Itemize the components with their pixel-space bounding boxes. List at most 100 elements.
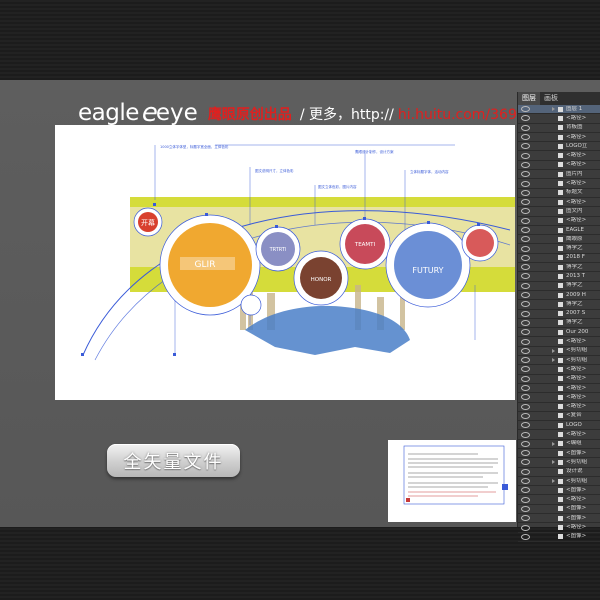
visibility-eye-icon[interactable] (521, 310, 530, 317)
visibility-eye-icon[interactable] (521, 227, 530, 233)
visibility-eye-icon[interactable] (521, 375, 530, 382)
visibility-eye-icon[interactable] (521, 533, 530, 540)
layer-row[interactable]: <路径> (518, 495, 600, 505)
layer-row[interactable]: <图像> (518, 449, 600, 459)
layer-row[interactable]: 设计说 (518, 468, 600, 477)
expand-chevron-icon[interactable] (552, 358, 555, 363)
visibility-eye-icon[interactable] (521, 338, 530, 345)
layer-row[interactable]: <剪切组 (518, 458, 600, 468)
layer-row[interactable]: 标题文 (518, 189, 600, 198)
visibility-eye-icon[interactable] (521, 450, 530, 457)
visibility-eye-icon[interactable] (521, 264, 530, 271)
layer-row[interactable]: 鹰眼原 (518, 235, 600, 245)
visibility-eye-icon[interactable] (521, 319, 530, 326)
expand-chevron-icon[interactable] (552, 460, 555, 465)
layer-row[interactable]: 博学之 (518, 319, 600, 329)
layer-row[interactable]: <路径> (518, 523, 600, 533)
layer-row[interactable]: <图像> (518, 533, 600, 542)
layer-row[interactable]: <路径> (518, 151, 600, 161)
layer-row[interactable]: <路径> (518, 198, 600, 208)
expand-chevron-icon[interactable] (552, 348, 555, 353)
visibility-eye-icon[interactable] (521, 134, 530, 141)
layer-row[interactable]: 博学之 (518, 300, 600, 310)
layer-row[interactable]: <路径> (518, 337, 600, 347)
visibility-eye-icon[interactable] (521, 161, 530, 168)
layer-row[interactable]: 博学之 (518, 282, 600, 291)
layer-row[interactable]: 2018 F (518, 254, 600, 264)
expand-chevron-icon[interactable] (552, 107, 555, 112)
visibility-eye-icon[interactable] (521, 403, 530, 410)
layer-row[interactable]: <路径> (518, 133, 600, 143)
layer-row[interactable]: LOGO (518, 421, 600, 431)
layer-row[interactable]: 2013 T (518, 272, 600, 282)
layer-row[interactable]: <剪切组 (518, 347, 600, 357)
layer-row[interactable]: <路径> (518, 365, 600, 375)
visibility-eye-icon[interactable] (521, 357, 530, 364)
layer-row[interactable]: <图像> (518, 486, 600, 496)
visibility-eye-icon[interactable] (521, 394, 530, 401)
expand-chevron-icon[interactable] (552, 479, 555, 484)
visibility-eye-icon[interactable] (521, 236, 530, 243)
layer-row[interactable]: 背板图 (518, 124, 600, 133)
layer-row[interactable]: 博学之 (518, 244, 600, 254)
layer-row[interactable]: <路径> (518, 217, 600, 226)
layer-row[interactable]: <路径> (518, 375, 600, 384)
layer-row[interactable]: 图层 1 (518, 105, 600, 115)
visibility-eye-icon[interactable] (521, 273, 530, 280)
tab-layers[interactable]: 图层 (518, 92, 540, 105)
layer-row[interactable]: 博学之 (518, 263, 600, 273)
layer-row[interactable]: <复合 (518, 412, 600, 422)
visibility-eye-icon[interactable] (521, 106, 530, 113)
visibility-eye-icon[interactable] (521, 199, 530, 206)
full-vector-button[interactable]: 全矢量文件 (107, 444, 240, 477)
visibility-eye-icon[interactable] (521, 440, 530, 447)
layer-row[interactable]: <剪切组 (518, 356, 600, 366)
visibility-eye-icon[interactable] (521, 385, 530, 392)
layer-row[interactable]: 图文内 (518, 207, 600, 217)
visibility-eye-icon[interactable] (521, 245, 530, 252)
artboard-canvas[interactable]: 1000立体字体型，标题字宽全面，立体色彩 图文说明尺寸，立体色彩 图文立体色彩… (55, 125, 515, 400)
visibility-eye-icon[interactable] (521, 282, 530, 289)
visibility-eye-icon[interactable] (521, 292, 530, 299)
visibility-eye-icon[interactable] (521, 329, 530, 336)
layer-row[interactable]: <剪切组 (518, 477, 600, 487)
visibility-eye-icon[interactable] (521, 431, 530, 438)
visibility-eye-icon[interactable] (521, 422, 530, 429)
layer-row[interactable]: <路径> (518, 179, 600, 189)
expand-chevron-icon[interactable] (552, 441, 555, 446)
visibility-eye-icon[interactable] (521, 171, 530, 178)
visibility-eye-icon[interactable] (521, 124, 530, 131)
visibility-eye-icon[interactable] (521, 515, 530, 522)
visibility-eye-icon[interactable] (521, 189, 530, 196)
visibility-eye-icon[interactable] (521, 459, 530, 466)
layer-row[interactable]: <图像> (518, 514, 600, 524)
layer-row[interactable]: <路径> (518, 430, 600, 440)
layer-row[interactable]: <路径> (518, 161, 600, 171)
visibility-eye-icon[interactable] (521, 487, 530, 494)
visibility-eye-icon[interactable] (521, 301, 530, 308)
layer-row[interactable]: <路径> (518, 393, 600, 403)
layer-row[interactable]: EAGLE (518, 226, 600, 236)
layer-row[interactable]: 2009 H (518, 291, 600, 301)
visibility-eye-icon[interactable] (521, 478, 530, 485)
layers-panel[interactable]: 图层 画板 图层 1 <路径> 背板图 <路径> LOGO立 <路径> <路径> 图片内 <路径… (517, 92, 600, 542)
visibility-eye-icon[interactable] (521, 152, 530, 159)
visibility-eye-icon[interactable] (521, 496, 530, 503)
layer-row[interactable]: Our 200 (518, 328, 600, 338)
visibility-eye-icon[interactable] (521, 115, 530, 122)
visibility-eye-icon[interactable] (521, 412, 530, 419)
layer-row[interactable]: <路径> (518, 403, 600, 412)
visibility-eye-icon[interactable] (521, 366, 530, 373)
layer-row[interactable]: 2007 S (518, 310, 600, 319)
visibility-eye-icon[interactable] (521, 217, 530, 224)
layer-row[interactable]: 图片内 (518, 170, 600, 180)
visibility-eye-icon[interactable] (521, 208, 530, 215)
layer-row[interactable]: <路径> (518, 384, 600, 394)
visibility-eye-icon[interactable] (521, 143, 530, 150)
brand-url-link[interactable]: hi.huitu.com/369/ (398, 105, 522, 125)
visibility-eye-icon[interactable] (521, 347, 530, 354)
visibility-eye-icon[interactable] (521, 254, 530, 261)
layer-row[interactable]: <路径> (518, 114, 600, 124)
visibility-eye-icon[interactable] (521, 524, 530, 531)
layer-row[interactable]: <编组 (518, 440, 600, 449)
